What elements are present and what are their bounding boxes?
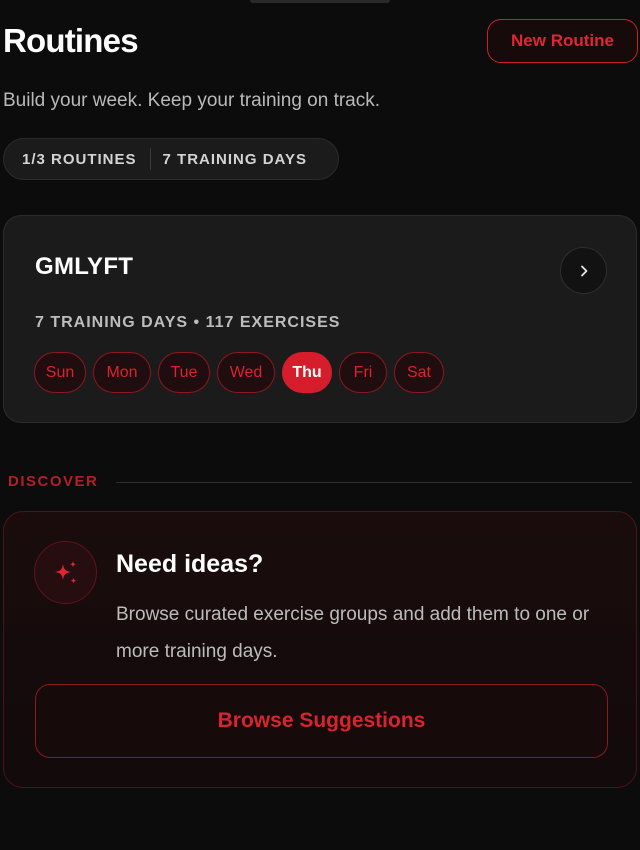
day-chip-mon[interactable]: Mon: [93, 352, 151, 393]
day-chip-wed[interactable]: Wed: [217, 352, 275, 393]
section-divider: [116, 482, 632, 483]
status-indicator: [250, 0, 390, 3]
routines-screen: Routines New Routine Build your week. Ke…: [0, 0, 640, 850]
training-days-count: 7 TRAINING DAYS: [162, 150, 308, 168]
day-chip-sun[interactable]: Sun: [34, 352, 86, 393]
page-title: Routines: [3, 22, 139, 59]
routine-card[interactable]: GMLYFT 7 TRAINING DAYS • 117 EXERCISES S…: [3, 215, 637, 423]
browse-suggestions-button[interactable]: Browse Suggestions: [35, 684, 608, 758]
routines-count: 1/3 ROUTINES: [22, 150, 137, 168]
suggestions-title: Need ideas?: [116, 550, 264, 578]
chevron-right-icon: [580, 265, 587, 276]
day-selector: Sun Mon Tue Wed Thu Fri Sat: [34, 352, 444, 393]
suggestions-card: Need ideas? Browse curated exercise grou…: [3, 511, 637, 788]
day-chip-sat[interactable]: Sat: [394, 352, 444, 393]
page-subtitle: Build your week. Keep your training on t…: [3, 90, 381, 111]
suggestions-description: Browse curated exercise groups and add t…: [116, 604, 590, 662]
open-routine-button[interactable]: [560, 247, 607, 294]
stats-pill: 1/3 ROUTINES 7 TRAINING DAYS: [3, 138, 339, 180]
routine-meta: 7 TRAINING DAYS • 117 EXERCISES: [35, 314, 341, 331]
routine-name: GMLYFT: [35, 253, 134, 280]
sparkles-badge: [34, 541, 97, 604]
discover-section-label: DISCOVER: [8, 473, 99, 490]
day-chip-fri[interactable]: Fri: [339, 352, 387, 393]
day-chip-tue[interactable]: Tue: [158, 352, 210, 393]
new-routine-button[interactable]: New Routine: [487, 19, 638, 63]
sparkles-icon: [54, 560, 77, 584]
day-chip-thu[interactable]: Thu: [282, 352, 332, 393]
